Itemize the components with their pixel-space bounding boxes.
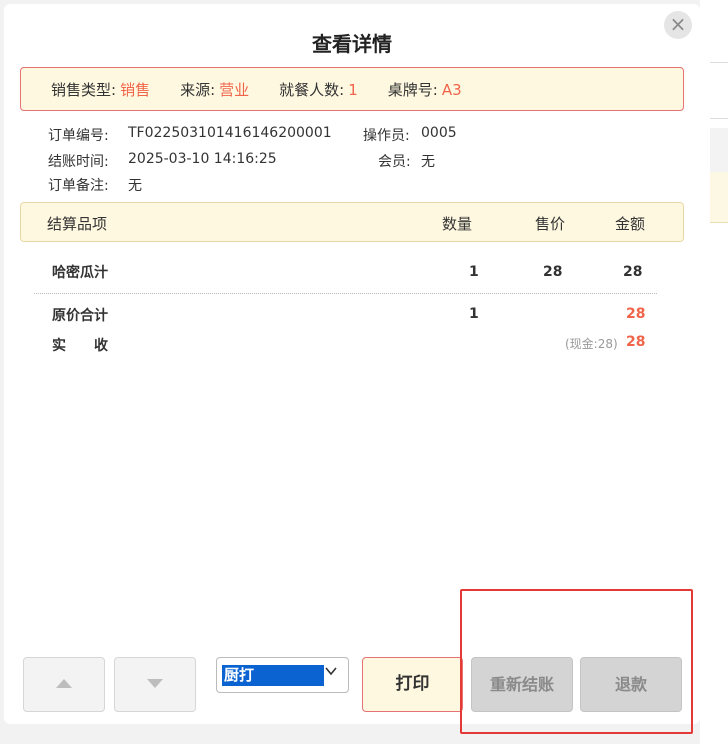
member-label: 会员: bbox=[378, 154, 411, 170]
sale-type-label: 销售类型: bbox=[51, 80, 117, 99]
item-name: 哈密瓜汁 bbox=[52, 265, 108, 281]
remark-label: 订单备注: bbox=[48, 178, 109, 194]
paid-note: (现金:28) bbox=[565, 337, 618, 351]
item-price: 28 bbox=[543, 264, 563, 280]
modal-title: 查看详情 bbox=[312, 32, 392, 56]
checkout-time-value: 2025-03-10 14:16:25 bbox=[128, 151, 277, 167]
table-value: A3 bbox=[441, 80, 462, 99]
close-icon[interactable]: × bbox=[664, 11, 692, 39]
original-total-amount: 28 bbox=[626, 306, 646, 322]
divider bbox=[34, 293, 657, 294]
sale-type: 销售类型: 销售 bbox=[51, 79, 150, 100]
guests: 就餐人数: 1 bbox=[279, 79, 358, 100]
header-item: 结算品项 bbox=[47, 215, 108, 233]
recheckout-button[interactable]: 重新结账 bbox=[471, 657, 573, 712]
header-qty: 数量 bbox=[442, 215, 473, 233]
print-type-selected: 厨打 bbox=[222, 665, 324, 686]
order-info-banner: 销售类型: 销售 来源: 营业 就餐人数: 1 桌牌号: A3 bbox=[20, 67, 684, 111]
item-qty: 1 bbox=[469, 264, 479, 280]
operator-value: 0005 bbox=[421, 125, 457, 141]
arrow-down-icon bbox=[147, 679, 163, 688]
member-value: 无 bbox=[421, 154, 435, 170]
checkout-time-label: 结账时间: bbox=[48, 154, 109, 170]
refund-button[interactable]: 退款 bbox=[580, 657, 682, 712]
background-row bbox=[710, 172, 728, 223]
arrow-up-icon bbox=[56, 679, 72, 688]
header-amount: 金额 bbox=[615, 215, 646, 233]
background-row bbox=[710, 128, 728, 172]
original-total-label: 原价合计 bbox=[52, 308, 108, 324]
table-label: 桌牌号: bbox=[387, 80, 438, 99]
items-table-header: 结算品项 数量 售价 金额 bbox=[20, 202, 684, 242]
order-no-label: 订单编号: bbox=[48, 128, 109, 144]
paid-label: 实 收 bbox=[52, 338, 108, 354]
source-value: 营业 bbox=[219, 80, 250, 99]
background-page bbox=[700, 0, 728, 744]
operator-label: 操作员: bbox=[363, 128, 410, 144]
order-no-value: TF022503101416146200001 bbox=[128, 125, 332, 141]
chevron-down-icon bbox=[324, 664, 338, 682]
original-total-qty: 1 bbox=[469, 306, 479, 322]
print-button[interactable]: 打印 bbox=[362, 657, 463, 712]
source-label: 来源: bbox=[180, 80, 216, 99]
background-line bbox=[710, 62, 728, 63]
item-amount: 28 bbox=[623, 264, 643, 280]
paid-amount: 28 bbox=[626, 334, 646, 350]
order-detail-modal: 查看详情 × 销售类型: 销售 来源: 营业 就餐人数: 1 桌牌号: A3 订单编号:… bbox=[4, 4, 700, 724]
sale-type-value: 销售 bbox=[120, 80, 151, 99]
scroll-down-button[interactable] bbox=[114, 657, 196, 712]
remark-value: 无 bbox=[128, 178, 142, 194]
table-no: 桌牌号: A3 bbox=[388, 79, 462, 100]
background-line bbox=[710, 118, 728, 119]
print-type-select[interactable]: 厨打 bbox=[216, 657, 349, 693]
guests-label: 就餐人数: bbox=[279, 80, 345, 99]
header-price: 售价 bbox=[535, 215, 566, 233]
source: 来源: 营业 bbox=[180, 79, 249, 100]
guests-value: 1 bbox=[348, 80, 358, 99]
scroll-up-button[interactable] bbox=[23, 657, 105, 712]
